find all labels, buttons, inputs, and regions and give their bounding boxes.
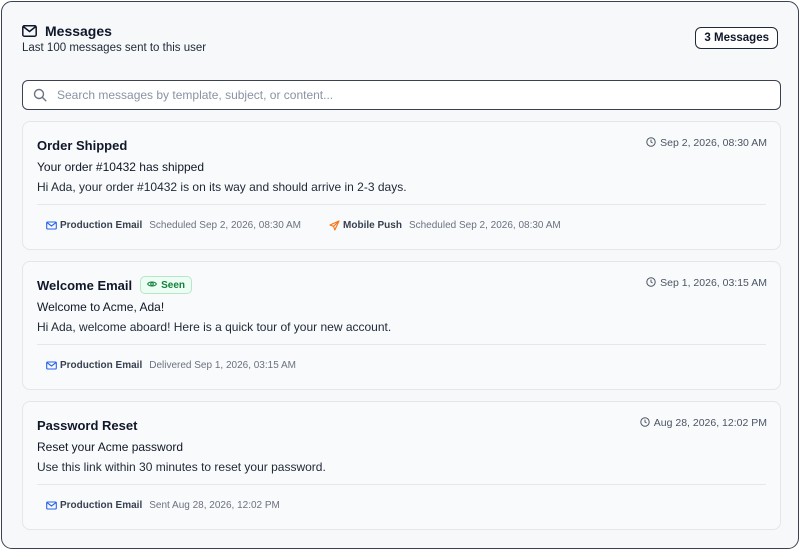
channel-status: Scheduled Sep 2, 2026, 08:30 AM bbox=[149, 219, 302, 231]
send-icon bbox=[329, 219, 340, 231]
message-card[interactable]: Welcome Email Seen Sep 1, 2026, 03:15 AM… bbox=[22, 261, 781, 390]
channel-name: Production Email bbox=[60, 219, 143, 231]
search-bar[interactable] bbox=[22, 80, 781, 110]
mail-icon bbox=[46, 360, 57, 371]
message-time: Aug 28, 2026, 12:02 PM bbox=[640, 416, 767, 430]
clock-icon bbox=[640, 416, 650, 430]
message-count-badge: 3 Messages bbox=[695, 27, 778, 49]
message-subject: Your order #10432 has shipped bbox=[37, 160, 205, 174]
title-row: Messages bbox=[22, 22, 778, 40]
mail-icon bbox=[46, 220, 57, 231]
message-time-text: Sep 2, 2026, 08:30 AM bbox=[660, 137, 767, 149]
page-title: Messages bbox=[45, 23, 112, 39]
clock-icon bbox=[646, 136, 656, 150]
search-input[interactable] bbox=[57, 88, 780, 102]
channel-name: Mobile Push bbox=[343, 219, 402, 231]
message-title: Password Reset bbox=[37, 417, 138, 433]
channel-list: Production Email Scheduled Sep 2, 2026, … bbox=[46, 218, 589, 232]
card-title-row: Welcome Email Seen bbox=[37, 276, 193, 294]
messages-header: Messages Last 100 messages sent to this … bbox=[22, 22, 778, 58]
message-body: Hi Ada, welcome aboard! Here is a quick … bbox=[37, 320, 392, 334]
channel-list: Production Email Sent Aug 28, 2026, 12:0… bbox=[46, 498, 308, 512]
channel-item: Production Email Scheduled Sep 2, 2026, … bbox=[46, 220, 301, 231]
message-time: Sep 2, 2026, 08:30 AM bbox=[646, 136, 767, 150]
channel-status: Scheduled Sep 2, 2026, 08:30 AM bbox=[408, 219, 561, 231]
card-title-row: Order Shipped bbox=[37, 136, 127, 154]
channel-status: Sent Aug 28, 2026, 12:02 PM bbox=[149, 499, 280, 511]
message-body: Hi Ada, your order #10432 is on its way … bbox=[37, 180, 407, 194]
channel-item: Mobile Push Scheduled Sep 2, 2026, 08:30… bbox=[329, 220, 561, 231]
seen-badge: Seen bbox=[140, 276, 193, 294]
channel-name: Production Email bbox=[60, 499, 143, 511]
message-title: Welcome Email bbox=[37, 277, 133, 293]
message-body: Use this link within 30 minutes to reset… bbox=[37, 460, 326, 474]
message-time: Sep 1, 2026, 03:15 AM bbox=[646, 276, 767, 290]
message-card[interactable]: Order Shipped Sep 2, 2026, 08:30 AM Your… bbox=[22, 121, 781, 250]
eye-icon bbox=[147, 280, 158, 291]
message-title: Order Shipped bbox=[37, 137, 128, 153]
card-divider bbox=[37, 484, 766, 485]
channel-name: Production Email bbox=[60, 359, 143, 371]
messages-panel: Messages Last 100 messages sent to this … bbox=[1, 1, 799, 549]
message-subject: Welcome to Acme, Ada! bbox=[37, 300, 165, 314]
channel-item: Production Email Sent Aug 28, 2026, 12:0… bbox=[46, 500, 280, 511]
channel-list: Production Email Delivered Sep 1, 2026, … bbox=[46, 358, 324, 372]
page-subtitle: Last 100 messages sent to this user bbox=[22, 42, 207, 54]
channel-status: Delivered Sep 1, 2026, 03:15 AM bbox=[149, 359, 296, 371]
mail-icon bbox=[46, 500, 57, 511]
seen-badge-label: Seen bbox=[161, 279, 186, 291]
clock-icon bbox=[646, 276, 656, 290]
card-title-row: Password Reset bbox=[37, 416, 137, 434]
message-time-text: Sep 1, 2026, 03:15 AM bbox=[660, 277, 767, 289]
channel-item: Production Email Delivered Sep 1, 2026, … bbox=[46, 360, 296, 371]
message-card[interactable]: Password Reset Aug 28, 2026, 12:02 PM Re… bbox=[22, 401, 781, 530]
message-time-text: Aug 28, 2026, 12:02 PM bbox=[653, 417, 767, 429]
mail-icon bbox=[22, 25, 37, 37]
message-subject: Reset your Acme password bbox=[37, 440, 184, 454]
card-divider bbox=[37, 344, 766, 345]
card-divider bbox=[37, 204, 766, 205]
search-icon bbox=[33, 88, 47, 102]
